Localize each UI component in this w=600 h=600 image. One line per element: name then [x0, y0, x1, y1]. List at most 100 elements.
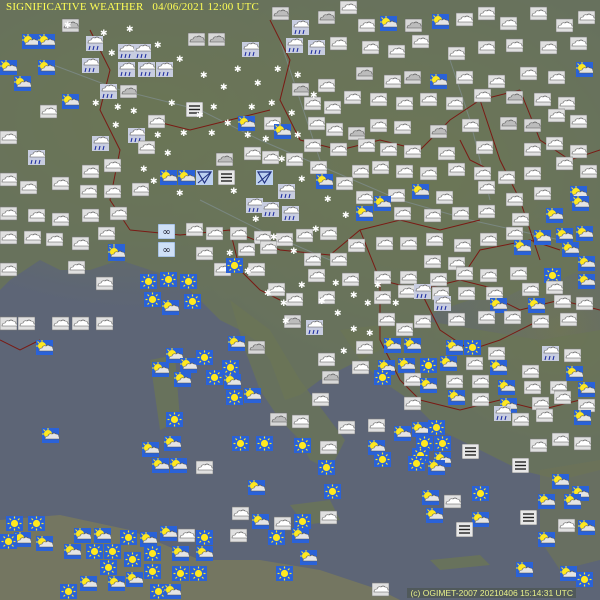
cloudy-icon-graphic	[536, 408, 553, 423]
rain-icon-graphic	[434, 296, 451, 311]
partly-cloudy-icon-graphic	[428, 460, 445, 475]
rain-icon-graphic	[134, 44, 151, 59]
cloudy-icon	[82, 164, 99, 179]
cloudy-icon-graphic	[524, 380, 541, 395]
partly-cloudy-icon	[196, 546, 213, 561]
cloudy-icon	[524, 380, 541, 395]
snow-icon: ✱	[264, 289, 272, 299]
cloudy-icon	[480, 268, 497, 283]
cloudy-icon	[24, 230, 41, 245]
cloudy-icon-graphic	[472, 392, 489, 407]
cloudy-icon	[574, 436, 591, 451]
cloudy-icon	[478, 310, 495, 325]
overcast-icon-graphic	[524, 118, 541, 133]
sunny-icon	[226, 258, 243, 273]
cloudy-icon-graphic	[394, 120, 411, 135]
cloudy-icon	[554, 390, 571, 405]
cloudy-icon-graphic	[420, 92, 437, 107]
cloudy-icon-graphic	[132, 182, 149, 197]
cloudy-icon-graphic	[478, 204, 495, 219]
partly-cloudy-icon	[398, 358, 415, 373]
cloudy-icon	[80, 184, 97, 199]
cloudy-icon	[570, 114, 587, 129]
cloudy-icon-graphic	[448, 162, 465, 177]
partly-cloudy-icon	[574, 410, 591, 425]
sunny-icon-graphic	[104, 544, 121, 559]
overcast-icon-graphic	[500, 116, 517, 131]
cloudy-icon-graphic	[452, 206, 469, 221]
cloudy-icon-graphic	[186, 222, 203, 237]
cloudy-icon-graphic	[478, 6, 495, 21]
cloudy-icon	[424, 254, 441, 269]
cloudy-icon	[520, 66, 537, 81]
cloudy-icon	[0, 316, 17, 331]
cloudy-icon	[18, 316, 35, 331]
partly-cloudy-icon	[152, 458, 169, 473]
cloudy-icon-graphic	[178, 528, 195, 543]
cloudy-icon-graphic	[530, 438, 547, 453]
partly-cloudy-icon-graphic	[162, 300, 179, 315]
partly-cloudy-icon-graphic	[516, 562, 533, 577]
snow-icon: ✱	[244, 267, 252, 277]
snow-icon: ✱	[310, 91, 318, 101]
cloudy-icon-graphic	[446, 96, 463, 111]
sunny-icon-graphic	[428, 420, 445, 435]
partly-cloudy-icon-graphic	[196, 546, 213, 561]
cloudy-icon	[356, 340, 373, 355]
rain-icon-graphic	[118, 62, 135, 77]
cloudy-icon-graphic	[374, 290, 391, 305]
snow-icon: ✱	[312, 225, 320, 235]
cloudy-icon	[396, 164, 413, 179]
cloudy-icon	[462, 118, 479, 133]
snow-icon: ✱	[154, 41, 162, 51]
overcast-icon	[188, 32, 205, 47]
cloudy-icon-graphic	[318, 78, 335, 93]
partly-cloudy-icon	[126, 572, 143, 587]
cloudy-icon-graphic	[404, 144, 421, 159]
sunny-icon	[374, 370, 391, 385]
cloudy-icon	[556, 18, 573, 33]
partly-cloudy-icon-graphic	[578, 520, 595, 535]
snow-icon: ✱	[290, 247, 298, 257]
cloudy-icon-graphic	[370, 92, 387, 107]
partly-cloudy-icon	[538, 494, 555, 509]
partly-cloudy-icon-graphic	[578, 256, 595, 271]
partly-cloudy-icon	[562, 242, 579, 257]
cloudy-icon-graphic	[580, 164, 597, 179]
partly-cloudy-icon-graphic	[562, 242, 579, 257]
cloudy-icon	[404, 372, 421, 387]
cloudy-icon	[554, 294, 571, 309]
cloudy-icon	[480, 232, 497, 247]
snow-icon: ✱	[196, 111, 204, 121]
snow-icon: ✱	[210, 103, 218, 113]
cloudy-icon-graphic	[570, 114, 587, 129]
overcast-icon	[318, 10, 335, 25]
cloudy-icon	[330, 142, 347, 157]
rain-icon-graphic	[292, 20, 309, 35]
snow-icon: ✱	[154, 131, 162, 141]
cloudy-icon-graphic	[52, 212, 69, 227]
sunny-icon	[144, 292, 161, 307]
cloudy-icon-graphic	[546, 280, 563, 295]
cloudy-icon-graphic	[0, 316, 17, 331]
partly-cloudy-icon-graphic	[578, 274, 595, 289]
cloudy-icon	[396, 96, 413, 111]
cloudy-icon	[446, 96, 463, 111]
overcast-icon-graphic	[272, 6, 289, 21]
cloudy-icon-graphic	[358, 18, 375, 33]
cloudy-icon	[398, 284, 415, 299]
snow-icon: ✱	[318, 297, 326, 307]
cloudy-icon	[0, 230, 17, 245]
cloudy-icon-graphic	[24, 230, 41, 245]
partly-cloudy-icon-graphic	[140, 532, 157, 547]
partly-cloudy-icon	[412, 184, 429, 199]
overcast-icon-graphic	[120, 84, 137, 99]
cloudy-icon	[110, 206, 127, 221]
cloudy-icon	[20, 180, 37, 195]
cloudy-icon	[564, 348, 581, 363]
cloudy-icon	[40, 104, 57, 119]
cloudy-icon	[348, 238, 365, 253]
cloudy-icon-graphic	[400, 236, 417, 251]
cloudy-icon-graphic	[570, 36, 587, 51]
cloudy-icon-graphic	[338, 420, 355, 435]
